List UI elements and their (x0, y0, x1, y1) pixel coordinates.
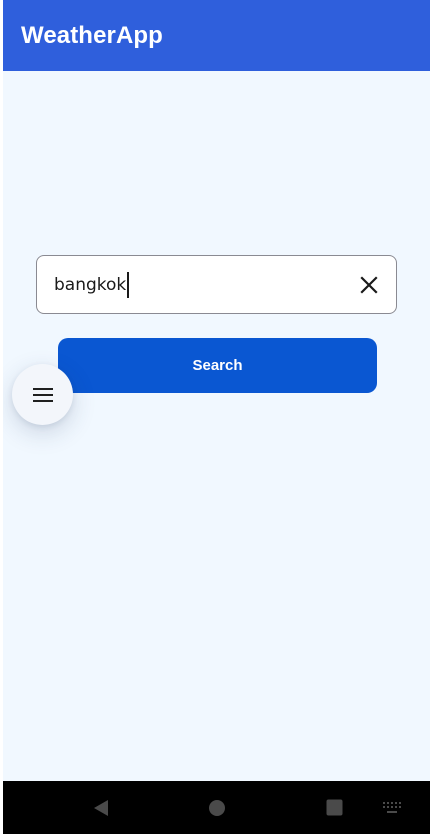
back-button[interactable] (85, 781, 117, 834)
search-input-value: bangkok (54, 274, 127, 295)
search-input[interactable]: bangkok (54, 271, 130, 298)
search-button-label: Search (192, 357, 243, 374)
keyboard-button[interactable] (379, 781, 405, 834)
menu-fab[interactable] (12, 364, 73, 425)
system-navigation-bar (3, 781, 430, 834)
home-icon (209, 799, 225, 816)
menu-icon (32, 387, 53, 402)
search-field[interactable]: bangkok (36, 255, 397, 314)
app-bar: WeatherApp (3, 0, 430, 71)
app-title: WeatherApp (21, 21, 163, 49)
app-screen: WeatherApp bangkok Search (3, 0, 430, 834)
close-icon (360, 276, 378, 294)
recents-button[interactable] (318, 781, 350, 834)
keyboard-icon (383, 801, 401, 813)
home-button[interactable] (201, 781, 233, 834)
text-cursor (127, 271, 130, 298)
search-button[interactable]: Search (58, 338, 377, 393)
clear-button[interactable] (355, 271, 383, 299)
recents-icon (326, 799, 342, 816)
back-icon (94, 799, 108, 816)
